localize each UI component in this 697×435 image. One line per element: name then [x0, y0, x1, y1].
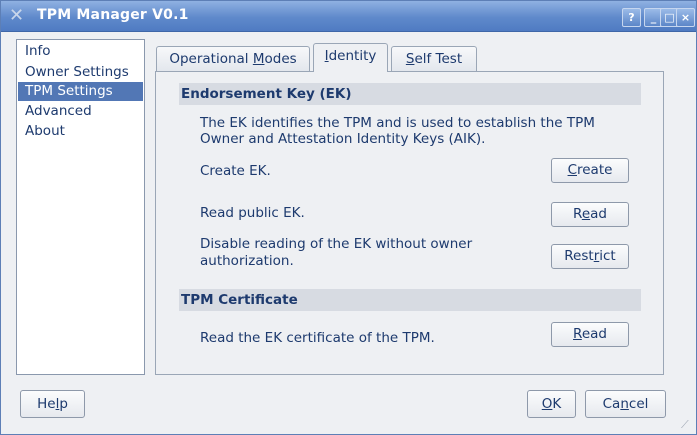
app-logo-icon: ✕ [9, 5, 25, 26]
sidebar-item-owner-settings[interactable]: Owner Settings [18, 63, 143, 82]
tab-mnemonic: M [252, 51, 265, 67]
button-label-rest: ead [581, 326, 607, 342]
read-public-ek-label: Read public EK. [200, 205, 305, 221]
tab-self-test[interactable]: Self Test [391, 46, 477, 71]
create-ek-button[interactable]: Create [551, 158, 629, 183]
create-ek-label: Create EK. [200, 163, 271, 179]
button-label: Rest [564, 248, 594, 264]
tab-operational-modes[interactable]: Operational Modes [156, 46, 310, 71]
help-button[interactable]: Help [20, 390, 85, 418]
restrict-ek-button[interactable]: Restrict [551, 244, 629, 269]
button-label: Ca [602, 396, 621, 412]
ek-description-line2: Owner and Attestation Identity Keys (AIK… [200, 131, 486, 147]
tab-label: Operational [169, 51, 253, 67]
button-mnemonic: O [541, 396, 553, 412]
tab-label-rest: dentity [328, 48, 377, 64]
tab-identity[interactable]: Identity [313, 43, 388, 72]
button-mnemonic: n [620, 396, 629, 412]
read-certificate-button[interactable]: Read [551, 322, 629, 347]
close-button[interactable]: × [676, 8, 695, 27]
tpm-manager-window: ✕ TPM Manager V0.1 ? _ □ × Info Owner Se… [0, 0, 697, 435]
button-label-rest: ad [590, 206, 607, 222]
resize-grip-icon[interactable]: ⟋ [681, 419, 693, 431]
sidebar-item-tpm-settings[interactable]: TPM Settings [18, 82, 143, 101]
sidebar-item-about[interactable]: About [18, 122, 143, 141]
read-public-ek-button[interactable]: Read [551, 202, 629, 227]
restrict-ek-label-line2: authorization. [200, 253, 294, 269]
button-mnemonic: R [573, 326, 582, 342]
tpm-certificate-heading: TPM Certificate [179, 289, 641, 311]
window-title: TPM Manager V0.1 [37, 7, 189, 23]
ek-section-heading: Endorsement Key (EK) [179, 83, 641, 105]
sidebar-item-info[interactable]: Info [18, 42, 143, 61]
button-label: He [37, 396, 56, 412]
button-label-rest: ict [599, 248, 616, 264]
button-mnemonic: C [567, 162, 577, 178]
read-certificate-label: Read the EK certificate of the TPM. [200, 330, 435, 346]
button-label-rest: p [59, 396, 68, 412]
button-label: R [573, 206, 582, 222]
restrict-ek-label-line1: Disable reading of the EK without owner [200, 236, 473, 252]
sidebar-item-advanced[interactable]: Advanced [18, 102, 143, 121]
tab-label-rest: odes [264, 51, 297, 67]
help-window-button[interactable]: ? [622, 8, 641, 27]
ek-description-line1: The EK identifies the TPM and is used to… [200, 115, 595, 131]
button-label-rest: cel [628, 396, 649, 412]
ok-button[interactable]: OK [527, 390, 576, 418]
title-bar[interactable]: ✕ TPM Manager V0.1 ? _ □ × [1, 1, 696, 32]
sidebar-list: Info Owner Settings TPM Settings Advance… [16, 39, 145, 375]
button-label-rest: reate [577, 162, 613, 178]
identity-panel: Endorsement Key (EK) The EK identifies t… [155, 71, 664, 375]
button-label-rest: K [552, 396, 562, 412]
cancel-button[interactable]: Cancel [585, 390, 666, 418]
tab-label-rest: elf Test [414, 51, 463, 67]
button-mnemonic: e [581, 206, 591, 222]
